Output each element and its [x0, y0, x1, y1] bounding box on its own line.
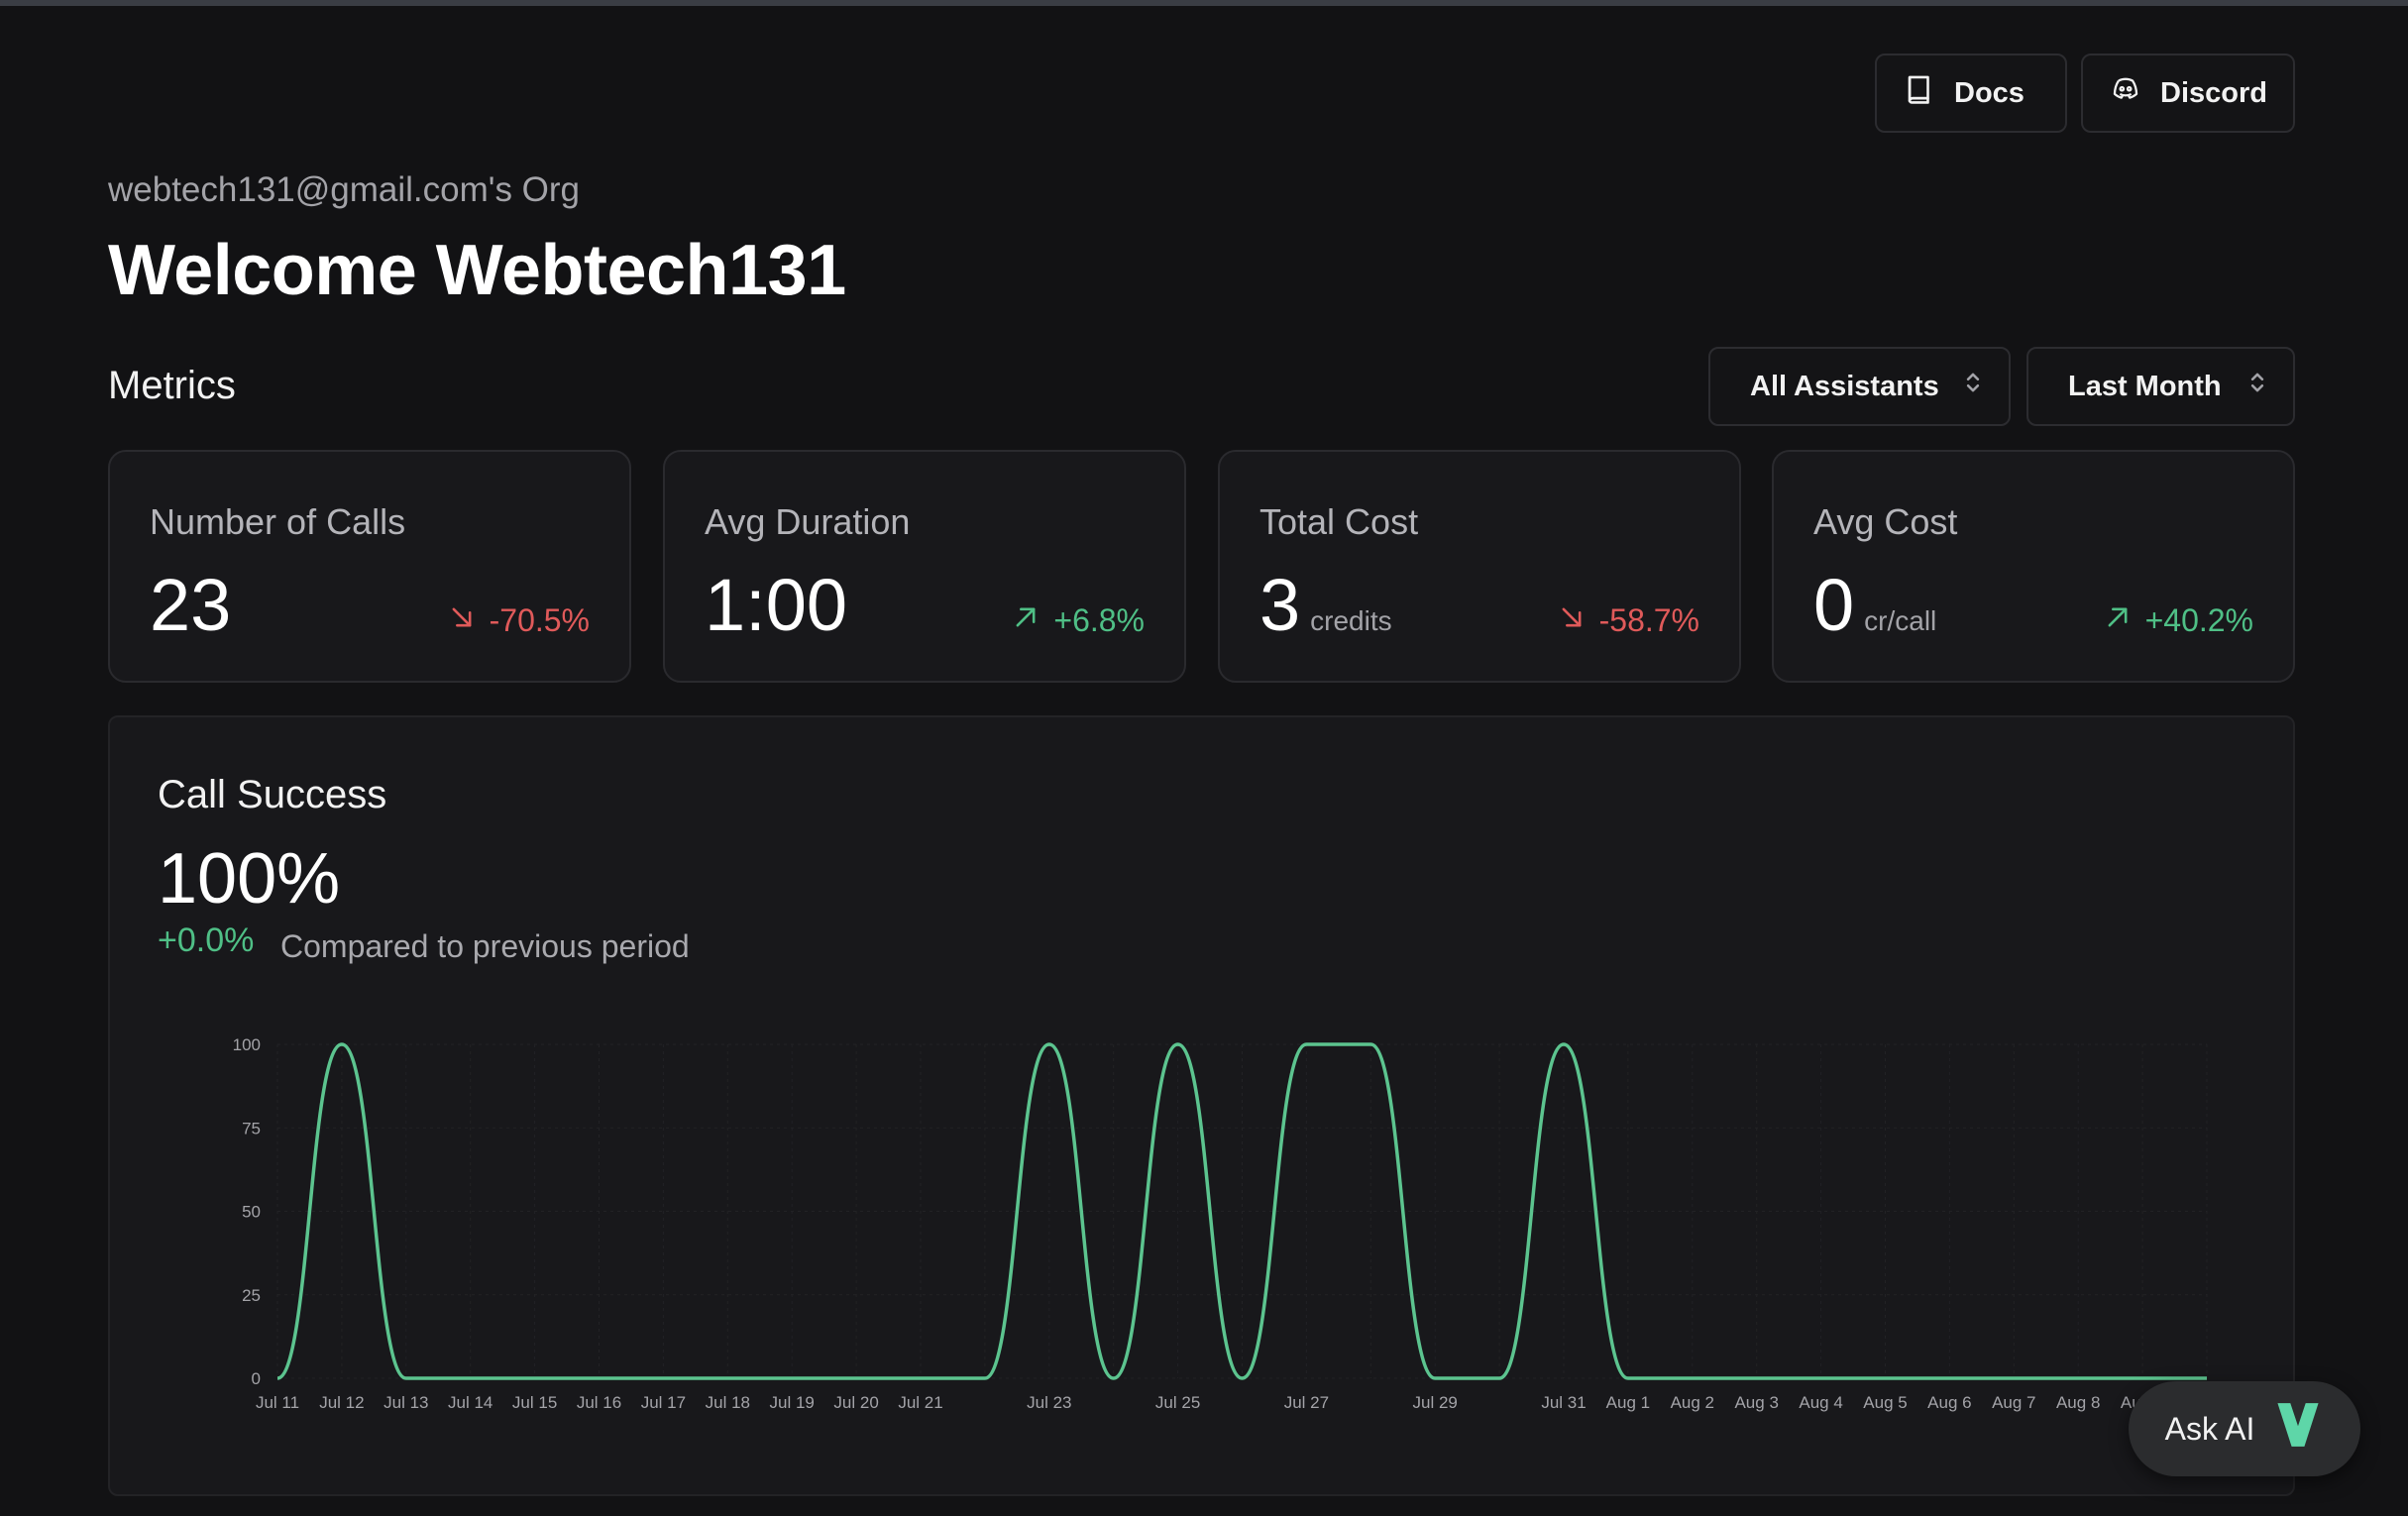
docs-button[interactable]: Docs: [1875, 54, 2067, 133]
assistant-select-value: All Assistants: [1750, 370, 1939, 402]
chart-x-tick-label: Jul 17: [641, 1393, 686, 1412]
chart-x-tick-label: Aug 2: [1671, 1393, 1714, 1412]
metric-card-avg-cost: Avg Cost 0 cr/call +40.2%: [1772, 450, 2295, 683]
chart-x-tick-label: Aug 1: [1606, 1393, 1650, 1412]
arrow-down-right-icon: [448, 602, 476, 639]
chart-y-tick-label: 0: [252, 1369, 261, 1388]
metric-card-title: Avg Cost: [1813, 501, 1958, 542]
chart-x-tick-label: Aug 4: [1799, 1393, 1842, 1412]
call-success-panel: Call Success 100% +0.0% Compared to prev…: [108, 715, 2295, 1496]
metric-card-delta: +6.8%: [1012, 602, 1145, 639]
metric-card-number-of-calls: Number of Calls 23 -70.5%: [108, 450, 631, 683]
chart-x-tick-label: Aug 5: [1863, 1393, 1907, 1412]
metric-card-value: 23: [150, 564, 232, 646]
metric-card-title: Total Cost: [1259, 501, 1419, 542]
chevron-up-down-icon: [1963, 370, 1983, 403]
arrow-up-right-icon: [2104, 602, 2132, 639]
metric-card-unit: cr/call: [1864, 605, 1937, 636]
chart-x-tick-label: Jul 29: [1413, 1393, 1458, 1412]
chart-x-tick-label: Aug 8: [2056, 1393, 2100, 1412]
chart-x-tick-label: Aug 6: [1927, 1393, 1971, 1412]
metric-card-unit: credits: [1310, 605, 1392, 636]
window-top-border: [0, 0, 2408, 6]
chart-x-tick-label: Jul 16: [577, 1393, 621, 1412]
chart-x-tick-label: Aug 3: [1734, 1393, 1778, 1412]
chart-x-tick-label: Jul 11: [256, 1393, 299, 1412]
chart-y-tick-label: 50: [242, 1203, 261, 1222]
ask-ai-label: Ask AI: [2164, 1410, 2255, 1447]
arrow-up-right-icon: [1012, 602, 1040, 639]
page-title: Welcome Webtech131: [108, 231, 846, 310]
period-select[interactable]: Last Month: [2026, 347, 2295, 426]
metric-card-delta: +40.2%: [2104, 602, 2253, 639]
metric-card-value: 3 credits: [1259, 564, 1392, 646]
chart-x-tick-label: Jul 14: [448, 1393, 493, 1412]
discord-label: Discord: [2160, 76, 2267, 109]
book-icon: [1903, 72, 1936, 114]
chart-x-tick-label: Jul 19: [770, 1393, 815, 1412]
chart-x-tick-label: Jul 20: [833, 1393, 878, 1412]
metric-card-value: 0 cr/call: [1813, 564, 1937, 646]
metric-card-delta: -58.7%: [1558, 602, 1699, 639]
discord-button[interactable]: Discord: [2081, 54, 2295, 133]
chart-y-tick-label: 25: [242, 1286, 261, 1305]
period-select-value: Last Month: [2068, 370, 2222, 402]
metric-card-total-cost: Total Cost 3 credits -58.7%: [1218, 450, 1741, 683]
chart-x-tick-label: Jul 21: [898, 1393, 942, 1412]
chart-x-tick-label: Jul 13: [383, 1393, 428, 1412]
chart-y-tick-label: 100: [233, 1035, 261, 1054]
metric-card-value: 1:00: [705, 564, 848, 646]
chart-y-tick-label: 75: [242, 1119, 261, 1137]
ask-ai-button[interactable]: Ask AI: [2129, 1381, 2360, 1476]
chart-x-tick-label: Jul 15: [512, 1393, 557, 1412]
org-name: webtech131@gmail.com's Org: [108, 170, 581, 209]
chart-x-tick-label: Jul 18: [706, 1393, 750, 1412]
chevron-up-down-icon: [2247, 370, 2267, 403]
docs-label: Docs: [1954, 76, 2025, 109]
metrics-heading: Metrics: [108, 364, 236, 407]
call-success-chart: 0 25 50 75 100 Jul 11 Jul 12 Jul 13 Jul 14 Jul 15…: [233, 1035, 2208, 1412]
chart-x-tick-label: Jul 25: [1155, 1393, 1200, 1412]
chart-x-tick-label: Jul 23: [1027, 1393, 1071, 1412]
assistant-select[interactable]: All Assistants: [1708, 347, 2011, 426]
metric-card-avg-duration: Avg Duration 1:00 +6.8%: [663, 450, 1186, 683]
chart-x-tick-label: Jul 27: [1284, 1393, 1329, 1412]
metric-card-title: Number of Calls: [150, 501, 406, 542]
arrow-down-right-icon: [1558, 602, 1586, 639]
metric-card-title: Avg Duration: [705, 501, 911, 542]
metric-card-delta: -70.5%: [448, 602, 590, 639]
discord-icon: [2109, 72, 2142, 114]
chart-x-tick-label: Jul 12: [319, 1393, 364, 1412]
chart-x-tick-label: Jul 31: [1541, 1393, 1586, 1412]
chart-x-tick-label: Aug 7: [1992, 1393, 2035, 1412]
vapi-logo-icon: [2272, 1398, 2324, 1460]
